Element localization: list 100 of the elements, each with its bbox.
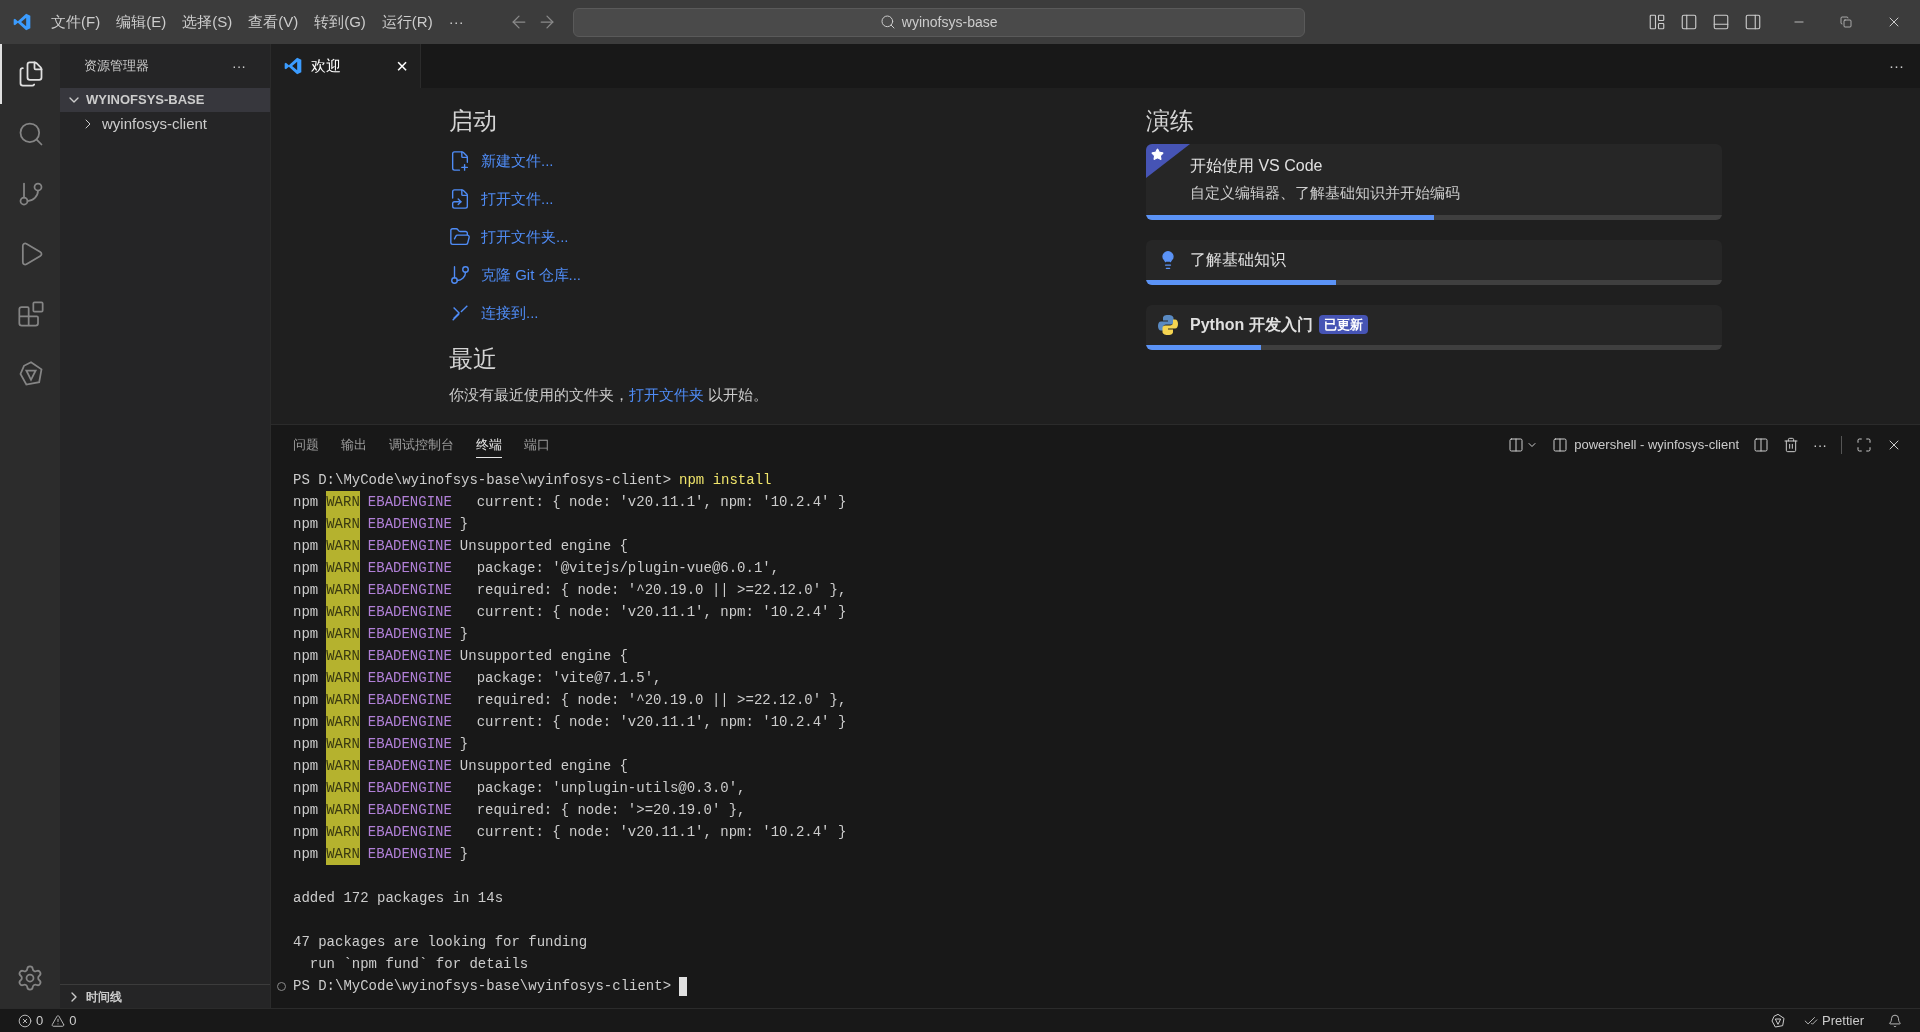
log-message: current: { node: 'v20.11.1', npm: '10.2.4' } bbox=[475, 603, 847, 622]
menu-item[interactable]: ··· bbox=[441, 7, 471, 37]
more-actions[interactable]: ··· bbox=[1889, 54, 1904, 78]
warn-label: WARN bbox=[326, 491, 360, 513]
log-source: npm bbox=[293, 493, 319, 512]
log-source: npm bbox=[293, 713, 319, 732]
error-code: EBADENGINE bbox=[367, 845, 452, 864]
error-code: EBADENGINE bbox=[367, 779, 452, 798]
tab-label: 欢迎 bbox=[311, 55, 342, 76]
app-logo-icon bbox=[12, 12, 32, 32]
walkthrough-card[interactable]: 开始使用 VS Code 自定义编辑器、了解基础知识并开始编码 bbox=[1146, 144, 1722, 220]
warning-icon bbox=[51, 1013, 66, 1028]
sidebar-toggle-icon[interactable] bbox=[1680, 13, 1698, 31]
secondary-sidebar-icon[interactable] bbox=[1744, 13, 1762, 31]
walkthrough-title: 开始使用 VS Code bbox=[1190, 156, 1323, 176]
split-dropdown[interactable] bbox=[1508, 437, 1539, 453]
split-terminal-icon[interactable] bbox=[1753, 437, 1769, 453]
menu-item[interactable]: 运行(R) bbox=[374, 7, 440, 37]
branch-icon bbox=[449, 264, 471, 286]
open-folder-link[interactable]: 打开文件夹 bbox=[629, 386, 704, 403]
prettier-status[interactable]: Prettier bbox=[1804, 1010, 1864, 1031]
error-code: EBADENGINE bbox=[367, 581, 452, 600]
menu-item[interactable]: 编辑(E) bbox=[109, 7, 174, 37]
editor-tab[interactable]: 欢迎 × bbox=[271, 44, 421, 88]
error-code: EBADENGINE bbox=[367, 669, 452, 688]
walkthrough-title: 了解基础知识 bbox=[1190, 249, 1286, 270]
log-source: npm bbox=[293, 801, 319, 820]
start-link[interactable]: 打开文件... bbox=[449, 180, 554, 218]
log-message: } bbox=[459, 845, 469, 864]
log-source: npm bbox=[293, 625, 319, 644]
terminal-output: run `npm fund` for details bbox=[308, 955, 529, 974]
warn-label: WARN bbox=[326, 579, 360, 601]
start-link[interactable]: 克隆 Git 仓库... bbox=[449, 256, 581, 294]
layout-icon[interactable] bbox=[1648, 13, 1666, 31]
panel-tab[interactable]: 问题 bbox=[293, 432, 319, 458]
app-logo-icon bbox=[283, 56, 303, 76]
log-message: current: { node: 'v20.11.1', npm: '10.2.4' } bbox=[475, 493, 847, 512]
panel-toggle-icon[interactable] bbox=[1712, 13, 1730, 31]
log-message: Unsupported engine { bbox=[459, 757, 628, 776]
folder-header[interactable]: WYINOFSYS-BASE bbox=[60, 88, 270, 112]
error-code: EBADENGINE bbox=[367, 625, 452, 644]
search-icon bbox=[17, 120, 45, 148]
panel-tab[interactable]: 调试控制台 bbox=[389, 432, 454, 458]
log-message: package: '@vitejs/plugin-vue@6.0.1', bbox=[475, 559, 780, 578]
split-icon bbox=[1508, 437, 1525, 453]
problems-indicator[interactable]: 0 0 bbox=[18, 1010, 77, 1031]
warn-label: WARN bbox=[326, 821, 360, 843]
more-actions[interactable]: ··· bbox=[1813, 434, 1827, 456]
command-center[interactable]: wyinofsys-base bbox=[572, 7, 1305, 37]
close-tab-button[interactable]: × bbox=[396, 56, 408, 76]
error-code: EBADENGINE bbox=[367, 801, 452, 820]
error-icon bbox=[18, 1013, 32, 1028]
menu-item[interactable]: 查看(V) bbox=[241, 7, 306, 37]
log-message: required: { node: '>=20.19.0' }, bbox=[475, 801, 746, 820]
terminal-prompt: PS D:\MyCode\wyinofsys-base\wyinfosys-client> bbox=[293, 977, 672, 996]
warn-label: WARN bbox=[326, 557, 360, 579]
notifications-icon[interactable] bbox=[1888, 1013, 1902, 1028]
recent-message: 你没有最近使用的文件夹，打开文件夹 以开始。 bbox=[449, 385, 770, 405]
menu-item[interactable]: 文件(F) bbox=[44, 7, 108, 37]
menu-item[interactable]: 转到(G) bbox=[307, 7, 373, 37]
walkthrough-description: 自定义编辑器、了解基础知识并开始编码 bbox=[1190, 183, 1460, 203]
walkthrough-title: Python 开发入门 bbox=[1190, 314, 1313, 335]
log-source: npm bbox=[293, 691, 319, 710]
warn-label: WARN bbox=[326, 513, 360, 535]
panel-tab[interactable]: 终端 bbox=[476, 432, 502, 458]
walkthrough-card[interactable]: Python 开发入门 已更新 bbox=[1146, 304, 1722, 350]
log-message: current: { node: 'v20.11.1', npm: '10.2.4' } bbox=[475, 823, 847, 842]
log-source: npm bbox=[293, 735, 319, 754]
error-code: EBADENGINE bbox=[367, 493, 452, 512]
terminal-selector[interactable]: powershell - wyinfosys-client bbox=[1552, 435, 1739, 455]
error-code: EBADENGINE bbox=[367, 515, 452, 534]
warn-label: WARN bbox=[326, 601, 360, 623]
warn-label: WARN bbox=[326, 667, 360, 689]
error-code: EBADENGINE bbox=[367, 647, 452, 666]
error-code: EBADENGINE bbox=[367, 757, 452, 776]
terminal-output: added 172 packages in 14s bbox=[293, 889, 504, 908]
warn-label: WARN bbox=[326, 755, 360, 777]
menu-item[interactable]: 选择(S) bbox=[175, 7, 240, 37]
trash-icon[interactable] bbox=[1783, 437, 1799, 453]
start-link[interactable]: 新建文件... bbox=[449, 142, 554, 180]
python-icon bbox=[1156, 312, 1180, 337]
settings-icon bbox=[16, 964, 44, 992]
start-link[interactable]: 连接到... bbox=[449, 294, 539, 332]
walkthrough-card[interactable]: 了解基础知识 bbox=[1146, 239, 1722, 285]
log-source: npm bbox=[293, 537, 319, 556]
warn-label: WARN bbox=[326, 535, 360, 557]
extension-status-icon[interactable] bbox=[1770, 1012, 1787, 1029]
start-link[interactable]: 打开文件夹... bbox=[449, 218, 569, 256]
log-source: npm bbox=[293, 823, 319, 842]
search-icon bbox=[879, 14, 896, 30]
log-source: npm bbox=[293, 779, 319, 798]
log-message: current: { node: 'v20.11.1', npm: '10.2.4' } bbox=[475, 713, 847, 732]
more-actions[interactable]: ··· bbox=[232, 55, 246, 77]
panel-tab[interactable]: 端口 bbox=[524, 432, 550, 458]
warn-label: WARN bbox=[326, 689, 360, 711]
maximize-icon[interactable] bbox=[1856, 437, 1872, 453]
restore-icon[interactable] bbox=[1840, 16, 1852, 28]
tree-item[interactable]: wyinfosys-client bbox=[60, 112, 270, 136]
folder-icon bbox=[449, 226, 471, 248]
panel-tab[interactable]: 输出 bbox=[341, 432, 367, 458]
